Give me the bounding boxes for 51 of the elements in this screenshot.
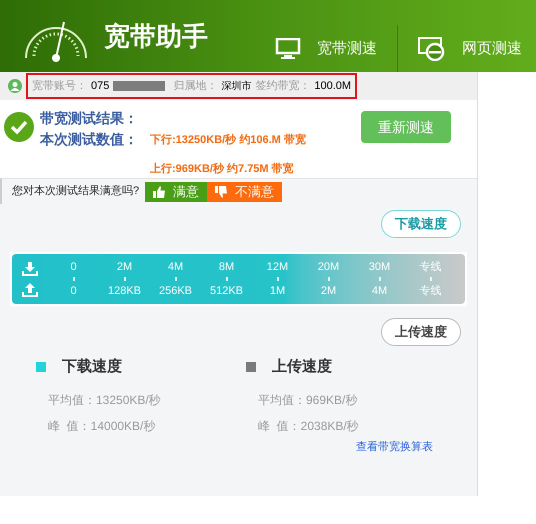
legend-title: 下载速度	[62, 357, 122, 377]
monitor-icon	[275, 38, 301, 60]
scale-label: 1M	[268, 284, 286, 299]
app-title: 宽带助手	[104, 20, 208, 52]
feedback-question: 您对本次测试结果满意吗?	[12, 184, 140, 200]
header-tab[interactable]: 网页测速	[414, 33, 526, 65]
average-value: 平均值：13250KB/秒	[48, 392, 162, 408]
download-speed-bubble: 下载速度	[381, 210, 461, 238]
scale-label: 12M	[266, 260, 290, 274]
scale-label: 0	[69, 260, 78, 274]
result-title: 带宽测试结果：	[40, 109, 138, 128]
scale-label: 4M	[166, 260, 184, 274]
browser-e-icon	[418, 37, 446, 61]
conversion-table-link[interactable]: 查看带宽换算表	[356, 438, 433, 455]
upload-tray-icon	[22, 282, 38, 296]
scale-label: 专线	[418, 284, 442, 299]
thumbs-up-icon	[153, 186, 166, 198]
check-icon	[4, 112, 34, 142]
bandwidth-label: 签约带宽：	[255, 78, 310, 94]
scale-label: 512KB	[208, 284, 244, 299]
region-label: 归属地：	[173, 78, 218, 94]
scale-label: 30M	[368, 260, 392, 274]
scale-label: 2M	[320, 284, 338, 299]
header-tab[interactable]: 宽带测速	[271, 34, 381, 64]
account-number: 075	[91, 78, 110, 94]
result-subtitle: 本次测试数值：	[40, 130, 138, 149]
peak-value: 峰 值：2038KB/秒	[258, 418, 360, 434]
thumbs-down-icon	[215, 186, 228, 198]
download-result: 下行:13250KB/秒 约106.M 带宽	[150, 132, 306, 148]
scale-label: 2M	[116, 260, 134, 274]
upload-speed-bubble: 上传速度	[381, 318, 461, 346]
feedback-button[interactable]: 满意	[145, 182, 208, 202]
bandwidth-value: 100.0M	[314, 78, 352, 94]
retest-button[interactable]: 重新测速	[361, 111, 451, 143]
download-tray-icon	[22, 262, 38, 276]
scale-label: 256KB	[158, 284, 194, 299]
user-icon	[8, 79, 22, 93]
scale-label: 128KB	[106, 284, 142, 299]
redaction-block	[113, 81, 166, 91]
account-label: 宽带账号：	[32, 78, 87, 94]
scale-label: 8M	[218, 260, 236, 274]
scale-label: 专线	[418, 260, 442, 274]
scale-label: 4M	[370, 284, 388, 299]
legend-title: 上传速度	[272, 357, 332, 377]
region-value: 深圳市	[221, 80, 252, 94]
scale-label: 20M	[316, 260, 340, 274]
average-value: 平均值：969KB/秒	[258, 392, 358, 408]
peak-value: 峰 值：14000KB/秒	[48, 418, 156, 434]
feedback-button[interactable]: 不满意	[207, 182, 282, 202]
scale-label: 0	[69, 284, 78, 299]
upload-result: 上行:969KB/秒 约7.75M 带宽	[150, 162, 295, 176]
